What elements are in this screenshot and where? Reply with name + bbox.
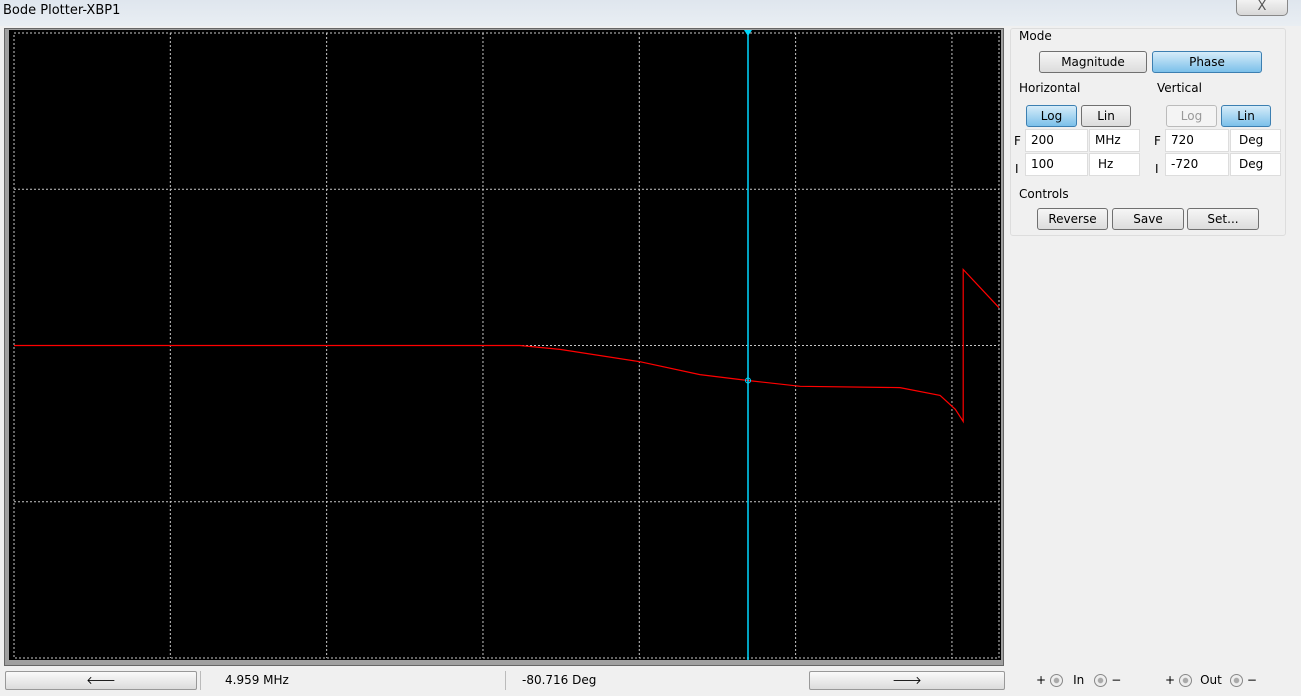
input-terminals: + In − [1036, 673, 1121, 687]
close-button[interactable]: X [1236, 0, 1288, 16]
in-plus-label: + [1036, 673, 1047, 687]
horizontal-final-input[interactable]: 200 [1025, 129, 1088, 152]
horizontal-label: Horizontal [1019, 81, 1081, 95]
horizontal-final-label: F [1014, 134, 1021, 148]
vertical-final-input[interactable]: 720 [1165, 129, 1229, 152]
bode-plot[interactable] [9, 30, 1001, 660]
magnitude-button[interactable]: Magnitude [1039, 51, 1147, 73]
horizontal-initial-unit[interactable]: Hz [1089, 153, 1140, 176]
horizontal-initial-input[interactable]: 100 [1025, 153, 1088, 176]
horizontal-lin-button[interactable]: Lin [1081, 105, 1131, 127]
reverse-button[interactable]: Reverse [1037, 208, 1108, 230]
in-minus-terminal[interactable] [1094, 673, 1108, 687]
cursor-right-button[interactable]: 🡒 [809, 671, 1005, 690]
out-plus-label: + [1165, 673, 1176, 687]
arrow-left-icon: 🡐 [86, 674, 116, 687]
vertical-initial-label: I [1155, 162, 1159, 176]
phase-button[interactable]: Phase [1152, 51, 1262, 73]
out-minus-terminal[interactable] [1229, 673, 1243, 687]
cursor-phase-readout: -80.716 Deg [505, 671, 805, 690]
mode-label: Mode [1019, 29, 1052, 43]
horizontal-log-button[interactable]: Log [1026, 105, 1077, 127]
window-title: Bode Plotter-XBP1 [3, 3, 121, 18]
vertical-label: Vertical [1157, 81, 1202, 95]
in-minus-label: − [1111, 673, 1122, 687]
cursor-frequency-readout: 4.959 MHz [200, 671, 505, 690]
controls-label: Controls [1019, 187, 1069, 201]
horizontal-final-unit[interactable]: MHz [1089, 129, 1140, 152]
vertical-log-button: Log [1166, 105, 1217, 127]
vertical-final-unit[interactable]: Deg [1230, 129, 1281, 152]
out-minus-label: − [1246, 673, 1257, 687]
title-bar: Bode Plotter-XBP1 X [0, 0, 1301, 26]
vertical-initial-unit[interactable]: Deg [1230, 153, 1281, 176]
out-plus-terminal[interactable] [1179, 673, 1193, 687]
vertical-initial-input[interactable]: -720 [1165, 153, 1229, 176]
in-label: In [1073, 673, 1085, 687]
horizontal-initial-label: I [1015, 162, 1019, 176]
save-button[interactable]: Save [1112, 208, 1184, 230]
arrow-right-icon: 🡒 [892, 674, 922, 687]
out-label: Out [1200, 673, 1222, 687]
cursor-left-button[interactable]: 🡐 [5, 671, 197, 690]
vertical-lin-button[interactable]: Lin [1221, 105, 1271, 127]
vertical-final-label: F [1154, 134, 1161, 148]
set-button[interactable]: Set... [1187, 208, 1259, 230]
in-plus-terminal[interactable] [1050, 673, 1064, 687]
output-terminals: + Out − [1165, 673, 1257, 687]
